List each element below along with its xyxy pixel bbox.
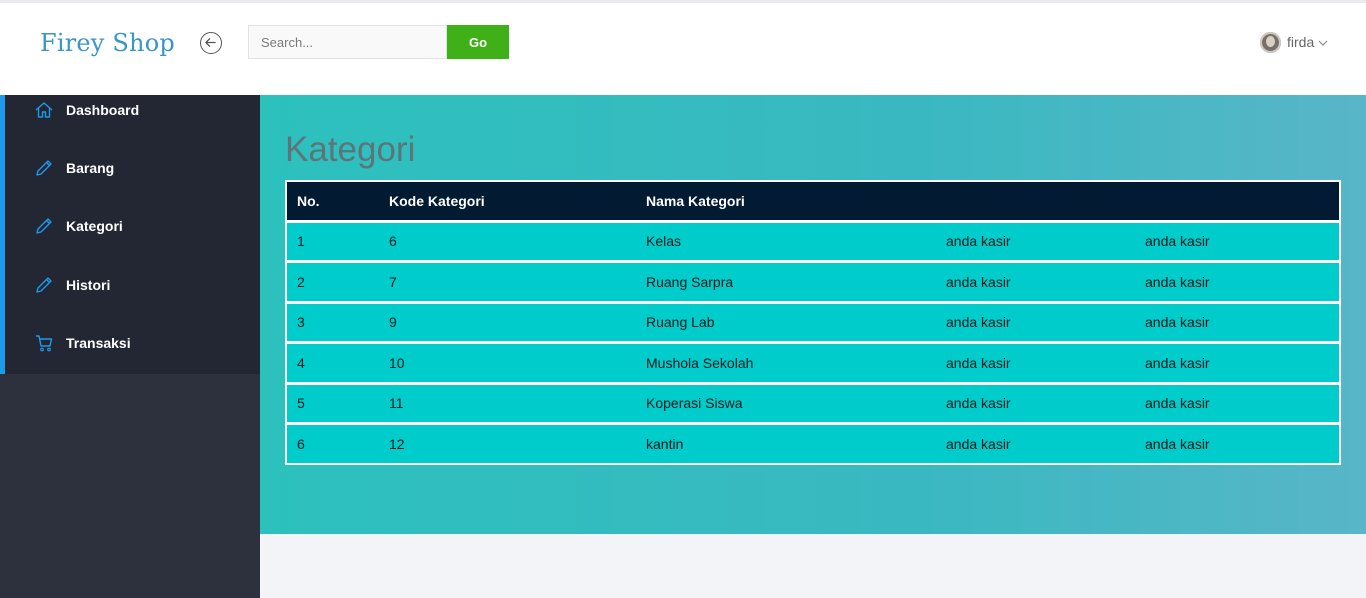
table-row: 1 6 Kelas anda kasir anda kasir xyxy=(286,221,1340,262)
column-header-kode: Kode Kategori xyxy=(389,192,485,209)
cell-nama: Mushola Sekolah xyxy=(646,354,754,371)
cell-kode: 6 xyxy=(389,233,397,250)
user-name: firda xyxy=(1287,34,1315,50)
cell-kode: 10 xyxy=(389,354,405,371)
table-row: 6 12 kantin anda kasir anda kasir xyxy=(286,423,1340,465)
cell-action-1[interactable]: anda kasir xyxy=(936,383,1135,424)
arrow-left-icon xyxy=(205,38,216,47)
cell-nama: Ruang Lab xyxy=(646,314,715,331)
user-menu[interactable]: firda xyxy=(1260,31,1328,53)
pencil-icon xyxy=(36,277,52,293)
sidebar-item-label: Kategori xyxy=(66,218,123,234)
home-icon xyxy=(35,102,53,118)
column-header-nama: Nama Kategori xyxy=(646,192,745,209)
cell-kode: 9 xyxy=(389,314,397,331)
column-header-5 xyxy=(1135,181,1340,221)
table-row: 2 7 Ruang Sarpra anda kasir anda kasir xyxy=(286,261,1340,303)
avatar xyxy=(1260,31,1281,53)
cell-kode: 12 xyxy=(389,436,405,452)
cell-action-2[interactable]: anda kasir xyxy=(1135,383,1340,424)
search-go-button[interactable]: Go xyxy=(447,25,509,59)
cell-nama: Kelas xyxy=(646,233,682,250)
sidebar-item-label: Barang xyxy=(66,160,115,176)
cell-nama: Koperasi Siswa xyxy=(646,395,743,412)
sidebar-item-dashboard[interactable]: Dashboard xyxy=(5,95,260,125)
cell-nama: Ruang Sarpra xyxy=(646,273,734,290)
cell-action-1[interactable]: anda kasir xyxy=(936,302,1135,343)
table-row: 5 11 Koperasi Siswa anda kasir anda kasi… xyxy=(286,383,1340,424)
pencil-icon xyxy=(36,160,52,176)
cell-nama: kantin xyxy=(646,436,684,452)
cell-action-2[interactable]: anda kasir xyxy=(1135,424,1340,465)
cell-kode: 11 xyxy=(389,395,404,412)
top-header: Firey Shop Go firda xyxy=(0,3,1366,95)
cart-icon xyxy=(36,335,53,352)
sidebar-nav: Dashboard Barang Kategori Histori Transa… xyxy=(0,95,260,374)
cell-no: 1 xyxy=(297,233,305,250)
sidebar-item-label: Transaksi xyxy=(66,335,131,351)
cell-no: 6 xyxy=(297,436,305,452)
pencil-icon xyxy=(36,218,52,234)
cell-action-1[interactable]: anda kasir xyxy=(936,424,1135,465)
cell-no: 5 xyxy=(297,395,305,412)
cell-action-2[interactable]: anda kasir xyxy=(1135,302,1340,343)
cell-action-1[interactable]: anda kasir xyxy=(936,343,1135,384)
cell-no: 4 xyxy=(297,354,305,371)
cell-kode: 7 xyxy=(389,273,397,290)
sidebar-item-label: Histori xyxy=(66,277,111,293)
sidebar-item-barang[interactable]: Barang xyxy=(5,153,260,183)
column-header-no: No. xyxy=(297,192,320,209)
table-header-row: No. Kode Kategori Nama Kategori xyxy=(286,181,1340,221)
search-input[interactable] xyxy=(248,25,447,59)
sidebar-item-label: Dashboard xyxy=(66,102,140,118)
table-row: 3 9 Ruang Lab anda kasir anda kasir xyxy=(286,302,1340,343)
cell-action-2[interactable]: anda kasir xyxy=(1135,221,1340,262)
cell-action-1[interactable]: anda kasir xyxy=(936,221,1135,262)
back-arrow-button[interactable] xyxy=(200,32,222,54)
table-row: 4 10 Mushola Sekolah anda kasir anda kas… xyxy=(286,342,1340,384)
column-header-4 xyxy=(936,181,1135,221)
sidebar-item-transaksi[interactable]: Transaksi xyxy=(5,328,260,358)
brand-logo[interactable]: Firey Shop xyxy=(40,29,175,57)
sidebar-item-histori[interactable]: Histori xyxy=(5,270,260,300)
sidebar-item-kategori[interactable]: Kategori xyxy=(5,211,260,241)
chevron-down-icon xyxy=(1318,40,1328,46)
cell-action-2[interactable]: anda kasir xyxy=(1135,262,1340,303)
cell-action-1[interactable]: anda kasir xyxy=(936,262,1135,303)
cell-no: 3 xyxy=(297,314,305,331)
page-title: Kategori xyxy=(285,130,416,169)
cell-action-2[interactable]: anda kasir xyxy=(1135,343,1340,384)
sidebar: Dashboard Barang Kategori Histori Transa… xyxy=(0,95,260,598)
cell-no: 2 xyxy=(297,273,305,290)
kategori-table: No. Kode Kategori Nama Kategori 1 6 Kela… xyxy=(285,180,1341,465)
